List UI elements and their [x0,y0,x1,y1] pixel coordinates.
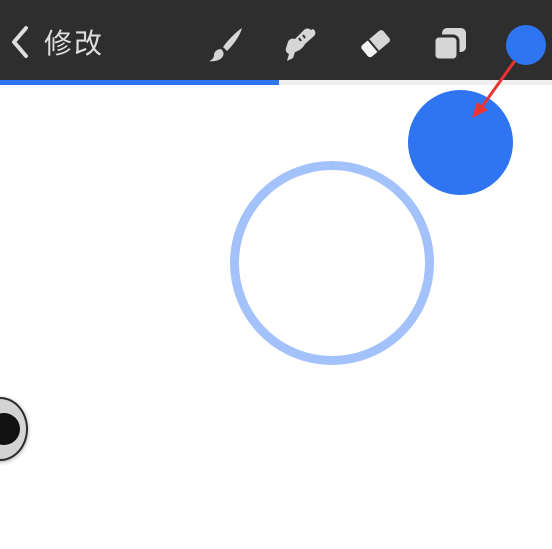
chevron-left-icon [12,26,28,58]
selection-ring [230,161,434,365]
layers-icon [432,28,466,62]
side-button-core [0,413,20,445]
procreate-canvas-screen: 修改 [0,0,552,549]
eraser-tool[interactable] [356,24,396,64]
layers-tool[interactable] [430,24,470,64]
active-color-swatch[interactable] [506,25,546,65]
brush-icon [209,28,242,62]
smudge-icon [285,28,316,61]
smudge-tool[interactable] [281,24,321,64]
filled-color-dot [408,90,513,195]
back-modify-button[interactable]: 修改 [10,22,104,62]
eraser-icon [361,30,390,58]
back-label: 修改 [44,27,105,60]
top-toolbar: 修改 [0,0,552,80]
brush-tool[interactable] [206,24,246,64]
